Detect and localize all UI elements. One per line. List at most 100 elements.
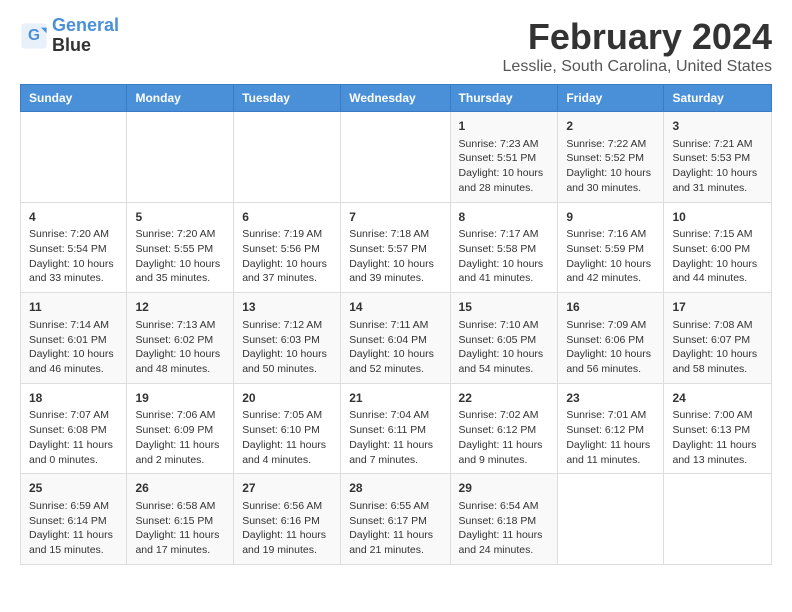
day-info: Sunrise: 7:00 AM Sunset: 6:13 PM Dayligh… (672, 408, 763, 467)
calendar-cell: 13 Sunrise: 7:12 AM Sunset: 6:03 PM Dayli… (234, 293, 341, 384)
day-info: Sunrise: 6:56 AM Sunset: 6:16 PM Dayligh… (242, 499, 332, 558)
calendar-cell: 7Sunrise: 7:18 AM Sunset: 5:57 PM Daylig… (341, 202, 450, 293)
calendar-cell: 20Sunrise: 7:05 AM Sunset: 6:10 PM Dayli… (234, 383, 341, 474)
calendar-header-thursday: Thursday (450, 85, 558, 112)
page-header: G GeneralBlue February 2024 Lesslie, Sou… (20, 16, 772, 76)
day-info: Sunrise: 7:21 AM Sunset: 5:53 PM Dayligh… (672, 137, 763, 196)
calendar-cell: 6Sunrise: 7:19 AM Sunset: 5:56 PM Daylig… (234, 202, 341, 293)
calendar-cell (558, 474, 664, 565)
day-info: Sunrise: 6:59 AM Sunset: 6:14 PM Dayligh… (29, 499, 118, 558)
main-title: February 2024 (503, 16, 772, 58)
calendar-cell: 10Sunrise: 7:15 AM Sunset: 6:00 PM Dayli… (664, 202, 772, 293)
day-info: Sunrise: 7:15 AM Sunset: 6:00 PM Dayligh… (672, 227, 763, 286)
day-info: Sunrise: 7:11 AM Sunset: 6:04 PM Dayligh… (349, 318, 441, 377)
day-number: 8 (459, 209, 550, 226)
calendar-cell: 26 Sunrise: 6:58 AM Sunset: 6:15 PM Dayli… (127, 474, 234, 565)
calendar-cell: 3 Sunrise: 7:21 AM Sunset: 5:53 PM Daylig… (664, 112, 772, 203)
day-number: 19 (135, 390, 225, 407)
calendar-cell: 1 Sunrise: 7:23 AM Sunset: 5:51 PM Daylig… (450, 112, 558, 203)
day-number: 15 (459, 299, 550, 316)
day-number: 9 (566, 209, 655, 226)
calendar-cell: 15 Sunrise: 7:10 AM Sunset: 6:05 PM Dayli… (450, 293, 558, 384)
day-info: Sunrise: 6:54 AM Sunset: 6:18 PM Dayligh… (459, 499, 550, 558)
day-number: 4 (29, 209, 118, 226)
calendar-cell: 19Sunrise: 7:06 AM Sunset: 6:09 PM Dayli… (127, 383, 234, 474)
day-number: 10 (672, 209, 763, 226)
day-number: 26 (135, 480, 225, 497)
day-number: 11 (29, 299, 118, 316)
day-info: Sunrise: 7:20 AM Sunset: 5:55 PM Dayligh… (135, 227, 225, 286)
day-number: 12 (135, 299, 225, 316)
calendar-cell: 8Sunrise: 7:17 AM Sunset: 5:58 PM Daylig… (450, 202, 558, 293)
day-number: 17 (672, 299, 763, 316)
calendar-header-tuesday: Tuesday (234, 85, 341, 112)
day-number: 1 (459, 118, 550, 135)
day-number: 25 (29, 480, 118, 497)
calendar-cell: 29Sunrise: 6:54 AM Sunset: 6:18 PM Dayli… (450, 474, 558, 565)
day-info: Sunrise: 6:58 AM Sunset: 6:15 PM Dayligh… (135, 499, 225, 558)
calendar-header-saturday: Saturday (664, 85, 772, 112)
day-info: Sunrise: 7:13 AM Sunset: 6:02 PM Dayligh… (135, 318, 225, 377)
day-info: Sunrise: 7:08 AM Sunset: 6:07 PM Dayligh… (672, 318, 763, 377)
day-number: 6 (242, 209, 332, 226)
calendar-week-row: 4Sunrise: 7:20 AM Sunset: 5:54 PM Daylig… (21, 202, 772, 293)
day-number: 13 (242, 299, 332, 316)
calendar-cell: 23Sunrise: 7:01 AM Sunset: 6:12 PM Dayli… (558, 383, 664, 474)
day-number: 21 (349, 390, 441, 407)
calendar-cell: 11 Sunrise: 7:14 AM Sunset: 6:01 PM Dayli… (21, 293, 127, 384)
calendar-table: SundayMondayTuesdayWednesdayThursdayFrid… (20, 84, 772, 565)
calendar-cell (234, 112, 341, 203)
day-number: 3 (672, 118, 763, 135)
title-area: February 2024 Lesslie, South Carolina, U… (503, 16, 772, 76)
calendar-cell: 21Sunrise: 7:04 AM Sunset: 6:11 PM Dayli… (341, 383, 450, 474)
day-number: 24 (672, 390, 763, 407)
calendar-cell (127, 112, 234, 203)
day-info: Sunrise: 7:06 AM Sunset: 6:09 PM Dayligh… (135, 408, 225, 467)
calendar-cell: 24Sunrise: 7:00 AM Sunset: 6:13 PM Dayli… (664, 383, 772, 474)
svg-text:G: G (28, 27, 40, 44)
calendar-week-row: 11 Sunrise: 7:14 AM Sunset: 6:01 PM Dayli… (21, 293, 772, 384)
calendar-cell: 12 Sunrise: 7:13 AM Sunset: 6:02 PM Dayli… (127, 293, 234, 384)
day-info: Sunrise: 7:22 AM Sunset: 5:52 PM Dayligh… (566, 137, 655, 196)
day-number: 20 (242, 390, 332, 407)
calendar-week-row: 18Sunrise: 7:07 AM Sunset: 6:08 PM Dayli… (21, 383, 772, 474)
day-number: 7 (349, 209, 441, 226)
calendar-cell: 16 Sunrise: 7:09 AM Sunset: 6:06 PM Dayli… (558, 293, 664, 384)
calendar-cell: 4Sunrise: 7:20 AM Sunset: 5:54 PM Daylig… (21, 202, 127, 293)
day-number: 14 (349, 299, 441, 316)
logo-icon: G (20, 22, 48, 50)
day-number: 2 (566, 118, 655, 135)
calendar-cell: 5Sunrise: 7:20 AM Sunset: 5:55 PM Daylig… (127, 202, 234, 293)
calendar-cell: 28Sunrise: 6:55 AM Sunset: 6:17 PM Dayli… (341, 474, 450, 565)
calendar-header-sunday: Sunday (21, 85, 127, 112)
calendar-header-friday: Friday (558, 85, 664, 112)
day-info: Sunrise: 7:20 AM Sunset: 5:54 PM Dayligh… (29, 227, 118, 286)
calendar-week-row: 1 Sunrise: 7:23 AM Sunset: 5:51 PM Daylig… (21, 112, 772, 203)
day-info: Sunrise: 7:16 AM Sunset: 5:59 PM Dayligh… (566, 227, 655, 286)
calendar-header-wednesday: Wednesday (341, 85, 450, 112)
day-info: Sunrise: 7:17 AM Sunset: 5:58 PM Dayligh… (459, 227, 550, 286)
day-number: 18 (29, 390, 118, 407)
day-number: 23 (566, 390, 655, 407)
calendar-cell (664, 474, 772, 565)
calendar-cell: 2 Sunrise: 7:22 AM Sunset: 5:52 PM Daylig… (558, 112, 664, 203)
calendar-cell: 14 Sunrise: 7:11 AM Sunset: 6:04 PM Dayli… (341, 293, 450, 384)
calendar-header-monday: Monday (127, 85, 234, 112)
calendar-cell: 9Sunrise: 7:16 AM Sunset: 5:59 PM Daylig… (558, 202, 664, 293)
day-number: 16 (566, 299, 655, 316)
logo: G GeneralBlue (20, 16, 119, 56)
day-info: Sunrise: 7:12 AM Sunset: 6:03 PM Dayligh… (242, 318, 332, 377)
calendar-cell (21, 112, 127, 203)
day-info: Sunrise: 7:09 AM Sunset: 6:06 PM Dayligh… (566, 318, 655, 377)
day-info: Sunrise: 7:07 AM Sunset: 6:08 PM Dayligh… (29, 408, 118, 467)
calendar-cell: 25 Sunrise: 6:59 AM Sunset: 6:14 PM Dayli… (21, 474, 127, 565)
day-info: Sunrise: 6:55 AM Sunset: 6:17 PM Dayligh… (349, 499, 441, 558)
calendar-cell (341, 112, 450, 203)
day-number: 22 (459, 390, 550, 407)
day-info: Sunrise: 7:10 AM Sunset: 6:05 PM Dayligh… (459, 318, 550, 377)
calendar-cell: 27Sunrise: 6:56 AM Sunset: 6:16 PM Dayli… (234, 474, 341, 565)
day-info: Sunrise: 7:23 AM Sunset: 5:51 PM Dayligh… (459, 137, 550, 196)
day-info: Sunrise: 7:01 AM Sunset: 6:12 PM Dayligh… (566, 408, 655, 467)
day-info: Sunrise: 7:14 AM Sunset: 6:01 PM Dayligh… (29, 318, 118, 377)
day-info: Sunrise: 7:02 AM Sunset: 6:12 PM Dayligh… (459, 408, 550, 467)
